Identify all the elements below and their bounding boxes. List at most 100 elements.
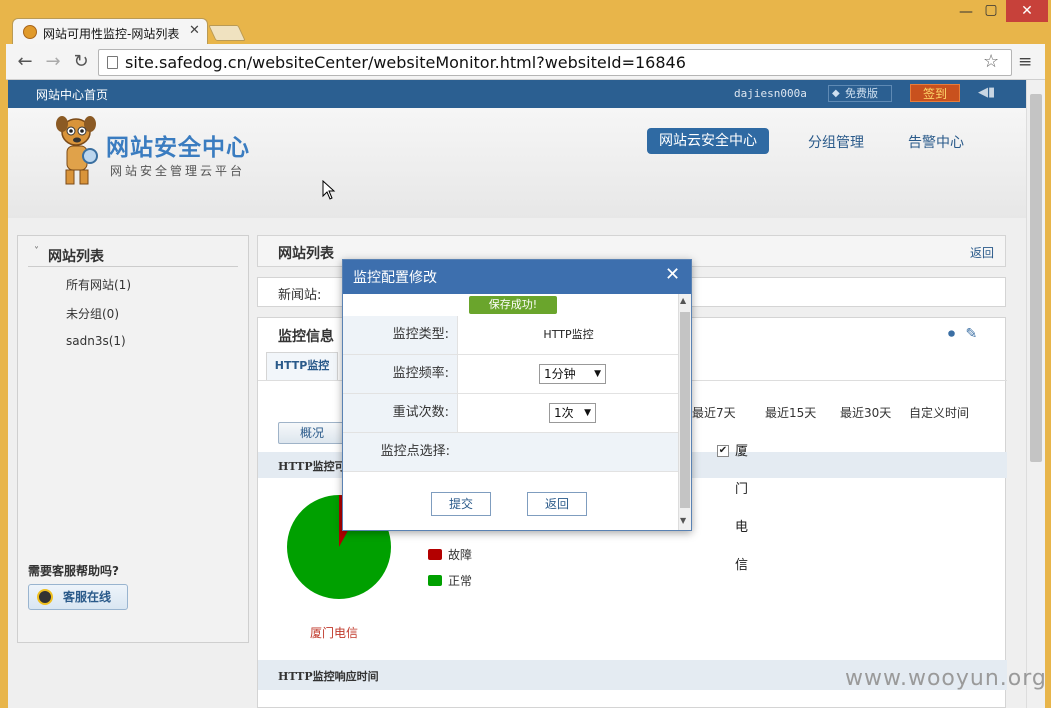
back-button[interactable]: 返回 [527,492,587,516]
legend-label-normal: 正常 [448,574,473,588]
config-form: 监控类型: HTTP监控 监控频率: 1分钟 ▼ 重试次数: 1次 ▼ 监控点选… [343,316,748,573]
frequency-select[interactable]: 1分钟 ▼ [539,364,606,384]
free-badge-label: 免费版 [845,87,878,100]
mouse-cursor-icon [322,180,336,200]
stop-icon[interactable]: ⏺ [948,326,955,342]
free-version-badge[interactable]: ◆ 免费版 [828,85,892,102]
dialog-scrollbar-thumb[interactable] [680,312,690,508]
retry-select[interactable]: 1次 ▼ [549,403,596,423]
divider [28,266,238,267]
address-bar[interactable]: site.safedog.cn/websiteCenter/websiteMon… [98,49,1012,76]
site-header: 网站安全中心 网站安全管理云平台 网站云安全中心 分组管理 告警中心 [8,108,1026,218]
scrollbar-thumb[interactable] [1030,94,1042,462]
legend-fault: 故障 [428,546,472,563]
response-time-section-title: HTTP监控响应时间 [278,670,379,683]
user-name[interactable]: dajiesn000a [734,87,807,100]
legend-swatch-normal [428,575,442,586]
range-30-days[interactable]: 最近30天 [840,404,891,421]
retry-count-cell: 1次 ▼ [459,394,678,432]
forward-arrow-icon[interactable]: → [42,52,64,74]
sidebar-item-group[interactable]: sadn3s(1) [66,334,126,348]
browser-tab[interactable]: 网站可用性监控-网站列表 ✕ [12,18,208,46]
sidebar: ˅ 网站列表 所有网站(1) 未分组(0) sadn3s(1) 需要客服帮助吗?… [17,235,249,643]
tab-http-monitor[interactable]: HTTP监控 [266,352,338,380]
monitor-point-label: 厦门电信 [735,444,749,573]
collapse-chevron-icon[interactable]: ˅ [34,246,39,257]
watermark: www.wooyun.org [845,666,1047,691]
signin-button[interactable]: 签到 [910,84,960,102]
page-scrollbar[interactable] [1026,80,1045,708]
back-arrow-icon[interactable]: ← [14,52,36,74]
chevron-down-icon: ▼ [594,369,601,379]
monitor-type-value: HTTP监控 [543,328,594,341]
top-nav-bar: 网站中心首页 dajiesn000a ◆ 免费版 签到 ◀▮ [8,80,1026,108]
safedog-favicon-icon [23,25,37,39]
home-link[interactable]: 网站中心首页 [36,86,108,103]
logo-subtitle: 网站安全管理云平台 [110,164,246,178]
monitor-frequency-cell: 1分钟 ▼ [459,355,678,393]
sidebar-item-ungrouped[interactable]: 未分组(0) [66,305,119,322]
nav-cloud-security[interactable]: 网站云安全中心 [647,128,769,154]
frequency-select-value: 1分钟 [544,367,576,381]
save-success-badge: 保存成功! [469,296,557,314]
row-monitor-points: 监控点选择: ✔ 厦门电信 [343,433,748,573]
tab-title: 网站可用性监控-网站列表 [43,27,180,41]
chevron-down-icon: ▼ [584,408,591,418]
legend-swatch-fault [428,549,442,560]
nav-alert-center[interactable]: 告警中心 [908,132,964,152]
monitor-points-cell: ✔ 厦门电信 [459,433,748,573]
nav-group-management[interactable]: 分组管理 [808,132,864,152]
sidebar-item-all-sites[interactable]: 所有网站(1) [66,276,131,293]
retry-select-value: 1次 [554,406,574,420]
page-icon [107,56,118,69]
browser-tabbar: 网站可用性监控-网站列表 ✕ — ▢ ✕ [0,0,1051,46]
customer-service-button[interactable]: 客服在线 [28,584,128,610]
dialog-close-icon[interactable]: ✕ [665,264,680,285]
site-name-label: 新闻站: [278,288,322,303]
new-tab-button[interactable] [208,25,246,41]
row-monitor-type: 监控类型: HTTP监控 [343,316,678,355]
url-text: site.safedog.cn/websiteCenter/websiteMon… [125,53,686,72]
sidebar-title: 网站列表 [48,249,104,265]
speaker-icon[interactable]: ◀▮ [978,85,995,100]
customer-service-label: 客服在线 [63,590,112,604]
browser-toolbar: ← → ↻ site.safedog.cn/websiteCenter/webs… [6,44,1045,80]
retry-count-label: 重试次数: [343,394,458,432]
scroll-down-icon[interactable]: ▼ [680,516,686,525]
bookmark-star-icon[interactable]: ☆ [983,51,999,72]
tag-icon: ◆ [832,88,840,99]
window-minimize-icon[interactable]: — [955,4,977,20]
row-retry-count: 重试次数: 1次 ▼ [343,394,678,433]
monitor-type-label: 监控类型: [343,316,458,354]
help-prompt: 需要客服帮助吗? [28,564,119,578]
monitor-config-dialog: 监控配置修改 ✕ 保存成功! 监控类型: HTTP监控 监控频率: 1分钟 ▼ … [342,259,748,573]
qq-penguin-icon [37,589,53,605]
reload-icon[interactable]: ↻ [70,52,92,74]
breadcrumb-back-link[interactable]: 返回 [970,244,994,261]
legend-label-fault: 故障 [448,548,473,562]
monitor-frequency-label: 监控频率: [343,355,458,393]
monitor-actions: ⏺ ✎ [948,326,977,342]
window-close-icon[interactable]: ✕ [1006,0,1048,22]
dialog-header: 监控配置修改 ✕ [343,260,691,294]
browser-menu-icon[interactable]: ≡ [1018,52,1032,72]
edit-pencil-icon[interactable]: ✎ [965,326,977,342]
range-15-days[interactable]: 最近15天 [765,404,816,421]
submit-button[interactable]: 提交 [431,492,491,516]
pie-label: 厦门电信 [310,626,359,640]
dialog-title: 监控配置修改 [353,270,437,286]
xiamen-telecom-checkbox[interactable]: ✔ [717,445,729,457]
tab-close-icon[interactable]: ✕ [189,23,200,38]
dialog-scrollbar[interactable]: ▲ ▼ [678,294,691,530]
scroll-up-icon[interactable]: ▲ [680,296,686,305]
range-7-days[interactable]: 最近7天 [692,404,736,421]
row-monitor-frequency: 监控频率: 1分钟 ▼ [343,355,678,394]
monitor-info-title: 监控信息 [278,329,334,345]
logo-title: 网站安全中心 [106,135,250,161]
breadcrumb-title[interactable]: 网站列表 [278,243,334,263]
overview-button[interactable]: 概况 [278,422,346,444]
window-maximize-icon[interactable]: ▢ [980,2,1002,18]
availability-section-title: HTTP监控可 [278,460,346,473]
safedog-mascot-icon [56,116,98,185]
range-custom[interactable]: 自定义时间 [909,404,969,421]
